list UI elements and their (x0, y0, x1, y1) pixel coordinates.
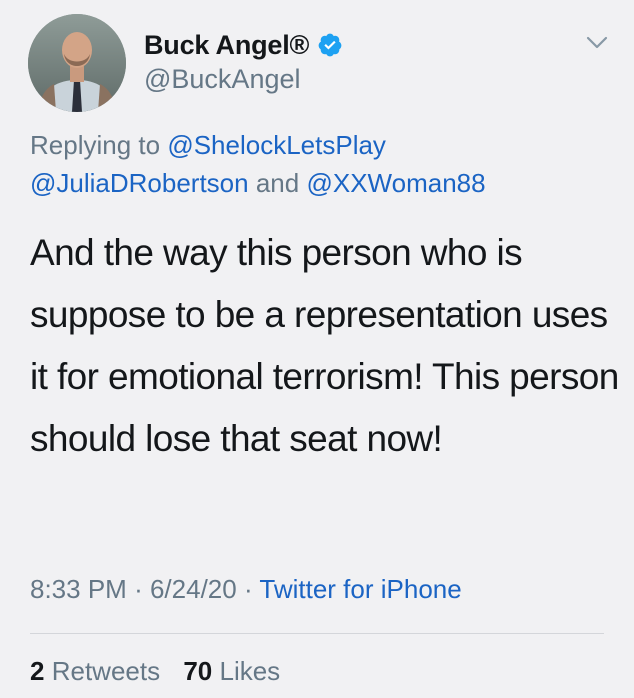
meta-separator: · (243, 574, 253, 604)
mention-link[interactable]: @XXWoman88 (306, 168, 485, 198)
chevron-down-icon[interactable] (586, 36, 608, 50)
tweet-card: Buck Angel® @BuckAngel Replying to @Shel… (0, 0, 634, 698)
retweets-stat[interactable]: 2 Retweets (30, 656, 167, 686)
meta-separator: · (134, 574, 143, 604)
replying-to-label: Replying to (30, 130, 161, 160)
likes-stat[interactable]: 70 Likes (183, 656, 280, 686)
author-header: Buck Angel® @BuckAngel (144, 28, 343, 95)
name-row: Buck Angel® (144, 28, 343, 62)
replying-to-conjunction: and (255, 168, 300, 198)
likes-count: 70 (183, 656, 213, 686)
avatar-image (28, 14, 126, 112)
tweet-meta: 8:33 PM · 6/24/20 · Twitter for iPhone (30, 574, 462, 605)
tweet-date[interactable]: 6/24/20 (150, 574, 237, 604)
verified-badge-icon (317, 32, 343, 58)
tweet-source-link[interactable]: Twitter for iPhone (259, 574, 461, 604)
likes-label: Likes (219, 656, 281, 686)
replying-to: Replying to @ShelockLetsPlay @JuliaDRobe… (30, 126, 620, 202)
author-handle[interactable]: @BuckAngel (144, 64, 343, 95)
profile-avatar[interactable] (28, 14, 126, 112)
mention-link[interactable]: @ShelockLetsPlay (167, 130, 386, 160)
divider (30, 633, 604, 634)
retweets-label: Retweets (51, 656, 161, 686)
display-name[interactable]: Buck Angel® (144, 30, 309, 61)
tweet-stats: 2 Retweets 70 Likes (30, 656, 280, 687)
tweet-text: And the way this person who is suppose t… (30, 232, 619, 459)
tweet-time[interactable]: 8:33 PM (30, 574, 127, 604)
retweets-count: 2 (30, 656, 45, 686)
mention-link[interactable]: @JuliaDRobertson (30, 168, 249, 198)
